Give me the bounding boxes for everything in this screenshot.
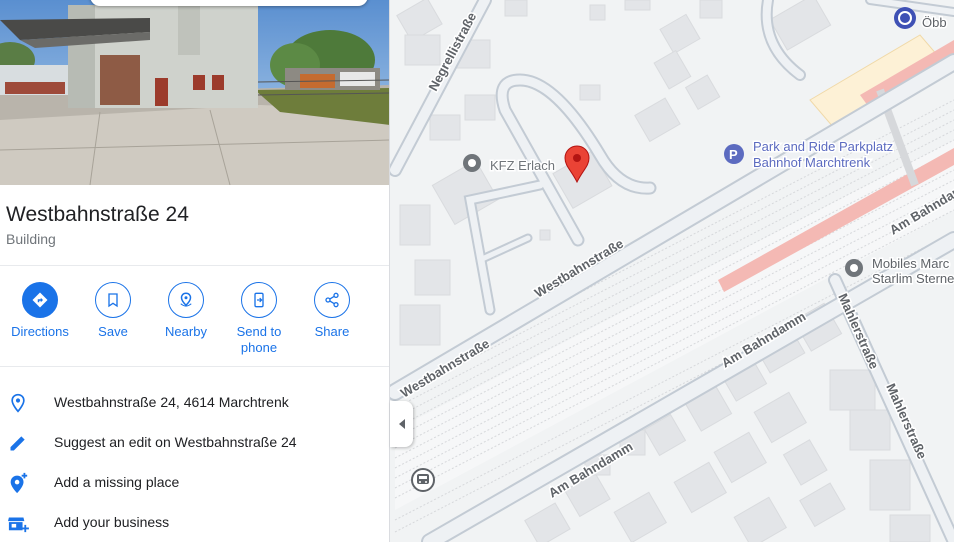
park-and-ride-label-1: Park and Ride Parkplatz [753, 139, 893, 154]
chevron-left-icon [398, 419, 405, 429]
directions-button[interactable]: Directions [0, 282, 80, 340]
pencil-icon [6, 431, 30, 455]
park-and-ride-label-2: Bahnhof Marchtrenk [753, 155, 871, 170]
place-title: Westbahnstraße 24 [6, 203, 189, 226]
share-button[interactable]: Share [292, 282, 372, 340]
divider [0, 366, 389, 367]
mobiles-label-1: Mobiles Marc [872, 256, 950, 271]
location-pin-icon [6, 391, 30, 415]
obb-label: Öbb [922, 15, 947, 30]
street-view-photo[interactable] [0, 0, 389, 185]
add-place-icon [6, 471, 30, 495]
nearby-label: Nearby [165, 324, 207, 339]
address-row[interactable]: Westbahnstraße 24, 4614 Marchtrenk [0, 381, 389, 421]
save-label: Save [98, 324, 128, 339]
share-label: Share [314, 324, 350, 339]
address-text: Westbahnstraße 24, 4614 Marchtrenk [54, 394, 289, 410]
bookmark-icon [95, 282, 131, 318]
nearby-icon [168, 282, 204, 318]
add-business-text: Add your business [54, 514, 170, 530]
add-missing-place-text: Add a missing place [54, 474, 180, 490]
send-to-phone-button[interactable]: Send to phone [219, 282, 299, 356]
add-business-icon [6, 511, 30, 535]
directions-label: Directions [11, 324, 69, 339]
suggest-edit-text: Suggest an edit on Westbahnstraße 24 [54, 434, 297, 450]
add-missing-place-row[interactable]: Add a missing place [0, 461, 389, 501]
maps-app: Negrellistraße Westbahnstraße Westbahnst… [0, 0, 954, 542]
send-to-phone-icon [241, 282, 277, 318]
divider [0, 265, 389, 266]
mobiles-label-2: Starlim Sterne [872, 271, 954, 286]
kfz-erlach-label: KFZ Erlach [490, 158, 555, 173]
directions-icon [22, 282, 58, 318]
nearby-button[interactable]: Nearby [146, 282, 226, 340]
action-buttons: Directions Save Nearby Send to phone Sha… [0, 282, 389, 362]
collapse-panel-button[interactable] [390, 401, 413, 447]
save-button[interactable]: Save [73, 282, 153, 340]
train-station-icon[interactable] [411, 468, 435, 492]
suggest-edit-row[interactable]: Suggest an edit on Westbahnstraße 24 [0, 421, 389, 461]
share-icon [314, 282, 350, 318]
place-type: Building [6, 231, 56, 247]
search-box-edge[interactable] [90, 0, 368, 6]
add-business-row[interactable]: Add your business [0, 501, 389, 541]
send-to-phone-label: Send to phone [236, 324, 282, 355]
svg-text:P: P [729, 147, 738, 162]
place-panel: Westbahnstraße 24 Building Directions Sa… [0, 0, 390, 542]
